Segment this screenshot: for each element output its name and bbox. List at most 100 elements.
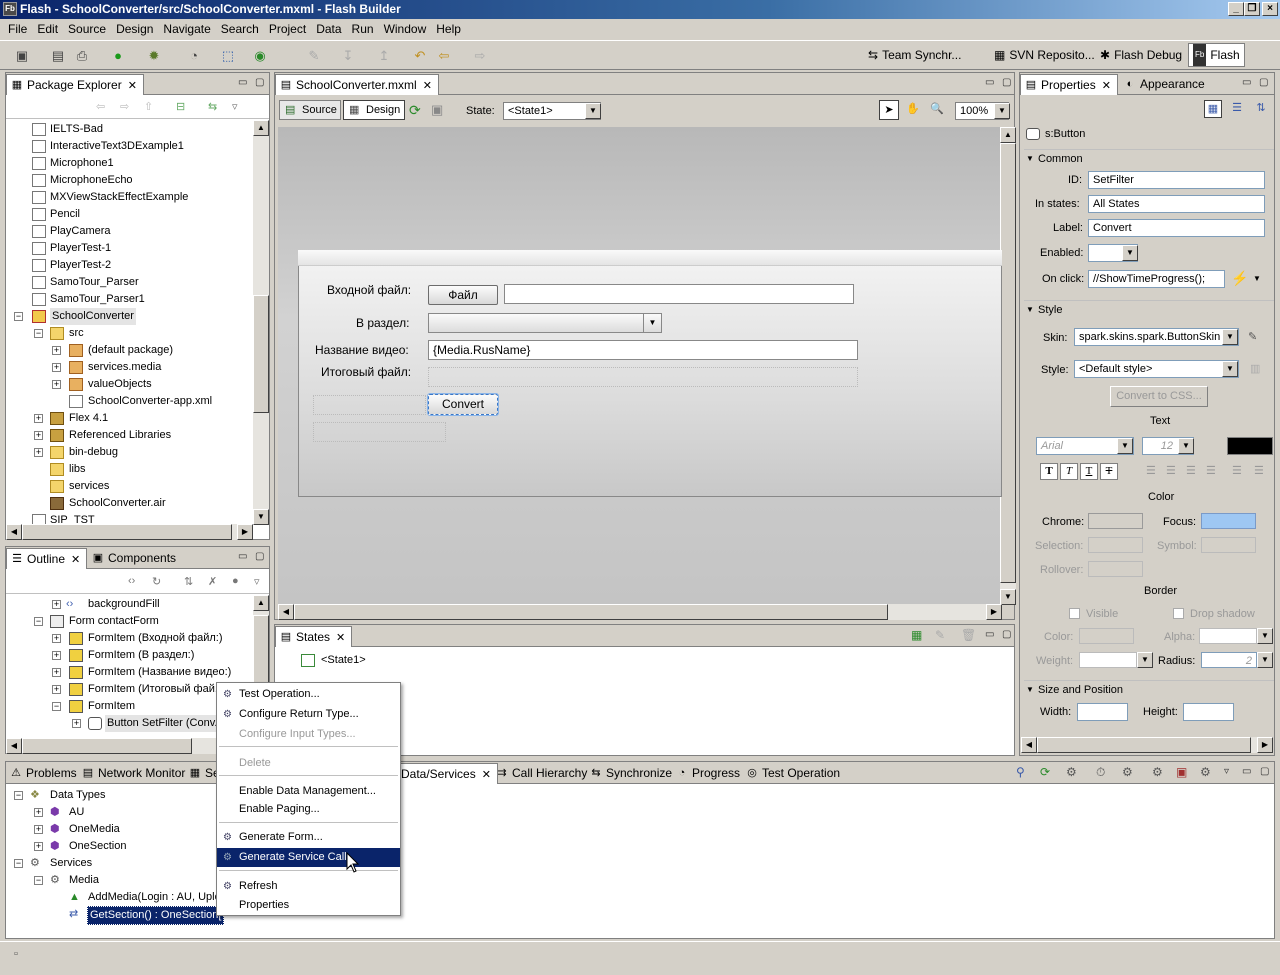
debug-icon[interactable]: ✹ [146, 48, 162, 64]
video-name-field[interactable]: {Media.RusName} [428, 340, 858, 360]
code-icon[interactable]: ‹› [128, 575, 135, 587]
collapse-icon[interactable]: − [34, 329, 43, 338]
expand-icon[interactable]: + [34, 448, 43, 457]
drop-shadow-checkbox[interactable] [1173, 608, 1184, 619]
collapse-icon[interactable]: − [14, 859, 23, 868]
section-style[interactable]: Style [1024, 300, 1274, 319]
expand-icon[interactable]: + [52, 651, 61, 660]
forward-icon[interactable]: ⇨ [472, 48, 488, 64]
maximize-icon[interactable]: ▢ [255, 77, 264, 88]
menu-item-configure-return-type[interactable]: ⚙ Configure Return Type... [217, 705, 400, 724]
menu-item-generate-form[interactable]: ⚙ Generate Form... [217, 828, 400, 847]
tab-synchronize[interactable]: ⇆ Synchronize [586, 763, 678, 784]
scroll-thumb[interactable] [294, 604, 888, 620]
close-icon[interactable]: ✕ [71, 554, 80, 566]
weight-field[interactable] [1079, 652, 1137, 668]
package-explorer-vscroll[interactable]: ▲ ▼ [253, 120, 269, 525]
pan-tool-icon[interactable]: ✋ [903, 100, 923, 120]
chevron-down-icon[interactable]: ▼ [1222, 329, 1238, 345]
tab-properties[interactable]: ▤ Properties ✕ [1020, 74, 1118, 95]
menu-item-test-operation[interactable]: ⚙ Test Operation... [217, 685, 400, 704]
minimize-icon[interactable]: ▭ [1242, 77, 1251, 88]
edit-style-icon[interactable]: ▥ [1250, 362, 1260, 375]
symbol-color-swatch[interactable] [1201, 537, 1256, 553]
minimize-icon[interactable]: ▭ [238, 551, 247, 562]
maximize-icon[interactable]: ▢ [1260, 766, 1269, 777]
section-size-position[interactable]: Size and Position [1024, 680, 1274, 699]
align-left-icon[interactable]: ☰ [1146, 464, 1156, 477]
expand-icon[interactable]: + [34, 808, 43, 817]
standard-view-icon[interactable]: ▦ [1204, 100, 1222, 118]
menu-item-delete[interactable]: Delete [217, 754, 400, 773]
hide-static-icon[interactable]: ● [232, 575, 239, 587]
scroll-up-icon[interactable]: ▲ [253, 120, 269, 136]
align-justify-icon[interactable]: ☰ [1206, 464, 1216, 477]
view-menu-icon[interactable]: ▿ [254, 575, 260, 588]
delete-state-icon[interactable]: 🗑 [961, 628, 976, 642]
maximize-button[interactable]: ❐ [1244, 2, 1260, 16]
forward-icon[interactable]: ⇨ [120, 100, 129, 113]
back-icon[interactable]: ⇦ [436, 48, 452, 64]
hide-fields-icon[interactable]: ✗ [208, 575, 217, 588]
package-explorer-hscroll[interactable]: ◀ ▶ [6, 524, 253, 540]
close-icon[interactable]: ✕ [336, 632, 345, 644]
tab-network-monitor[interactable]: ▤ Network Monitor [78, 763, 191, 784]
menu-item-enable-paging[interactable]: Enable Paging... [217, 800, 400, 819]
export-icon[interactable]: ⬚ [220, 48, 236, 64]
bold-icon[interactable]: T [1040, 463, 1058, 480]
file-button[interactable]: Файл [428, 285, 498, 305]
tab-states[interactable]: ▤ States ✕ [275, 626, 353, 647]
expand-icon[interactable]: + [34, 431, 43, 440]
perspective-team-synchronizing[interactable]: ⇆ Team Synchr... [864, 43, 965, 67]
radius-field[interactable]: 2 [1201, 652, 1257, 668]
expand-icon[interactable]: + [52, 668, 61, 677]
fast-view-icon[interactable]: ▫ [14, 948, 18, 960]
maximize-icon[interactable]: ▢ [1002, 629, 1011, 640]
scroll-down-icon[interactable]: ▼ [253, 509, 269, 525]
tab-appearance[interactable]: ◐ Appearance [1120, 74, 1211, 95]
chevron-down-icon[interactable]: ▼ [1122, 245, 1138, 261]
refresh-icon[interactable]: ↻ [152, 575, 161, 588]
collapse-icon[interactable]: − [34, 617, 43, 626]
design-mode-button[interactable]: ▦ Design [343, 100, 405, 120]
width-field[interactable] [1077, 703, 1128, 721]
chevron-down-icon[interactable]: ▼ [1137, 652, 1153, 668]
onclick-field[interactable]: //ShowTimeProgress(); [1088, 270, 1225, 288]
maximize-icon[interactable]: ▢ [255, 551, 264, 562]
align-right-icon[interactable]: ☰ [1186, 464, 1196, 477]
data-management-icon[interactable]: ⚙ [1200, 765, 1211, 779]
tab-components[interactable]: ▣ Components [88, 548, 182, 569]
up-icon[interactable]: ⇧ [144, 100, 153, 113]
section-dropdown[interactable] [428, 313, 662, 333]
scroll-thumb[interactable] [1037, 737, 1251, 753]
chevron-down-icon[interactable]: ▼ [1178, 438, 1194, 454]
scroll-down-icon[interactable]: ▼ [1000, 589, 1016, 605]
menu-item-refresh[interactable]: ⚙ Refresh [217, 877, 400, 896]
profile-icon[interactable]: ◔ [186, 48, 202, 64]
perspective-flash[interactable]: Fb Flash [1188, 43, 1245, 67]
properties-hscroll[interactable]: ◀ ▶ [1021, 737, 1273, 753]
generate-icon[interactable]: ⚙ [1122, 765, 1133, 779]
menu-file[interactable]: File [3, 22, 32, 36]
scroll-up-icon[interactable]: ▲ [1000, 127, 1016, 143]
menu-design[interactable]: Design [111, 22, 158, 36]
expand-icon[interactable]: + [34, 414, 43, 423]
pen-icon[interactable]: ✎ [306, 48, 322, 64]
alpha-field[interactable] [1199, 628, 1257, 644]
expand-icon[interactable]: + [34, 825, 43, 834]
menu-run[interactable]: Run [347, 22, 379, 36]
print-icon[interactable]: ⎙ [74, 48, 90, 64]
next-annotation-icon[interactable]: ↧ [340, 48, 356, 64]
menu-window[interactable]: Window [379, 22, 432, 36]
chevron-down-icon[interactable]: ▼ [585, 103, 601, 119]
delete-icon[interactable]: ▣ [1176, 765, 1187, 779]
chevron-down-icon[interactable]: ▼ [643, 314, 661, 332]
sort-icon[interactable]: ⇅ [184, 575, 193, 588]
convert-to-css-button[interactable]: Convert to CSS... [1110, 386, 1208, 407]
external-tools-icon[interactable]: ◉ [252, 48, 268, 64]
chevron-down-icon[interactable]: ▼ [1117, 438, 1133, 454]
new-icon[interactable]: ▣ [14, 48, 30, 64]
selection-color-swatch[interactable] [1088, 537, 1143, 553]
tab-schoolconverter-mxml[interactable]: ▤ SchoolConverter.mxml ✕ [275, 74, 439, 95]
style-select[interactable]: <Default style> [1074, 360, 1239, 378]
